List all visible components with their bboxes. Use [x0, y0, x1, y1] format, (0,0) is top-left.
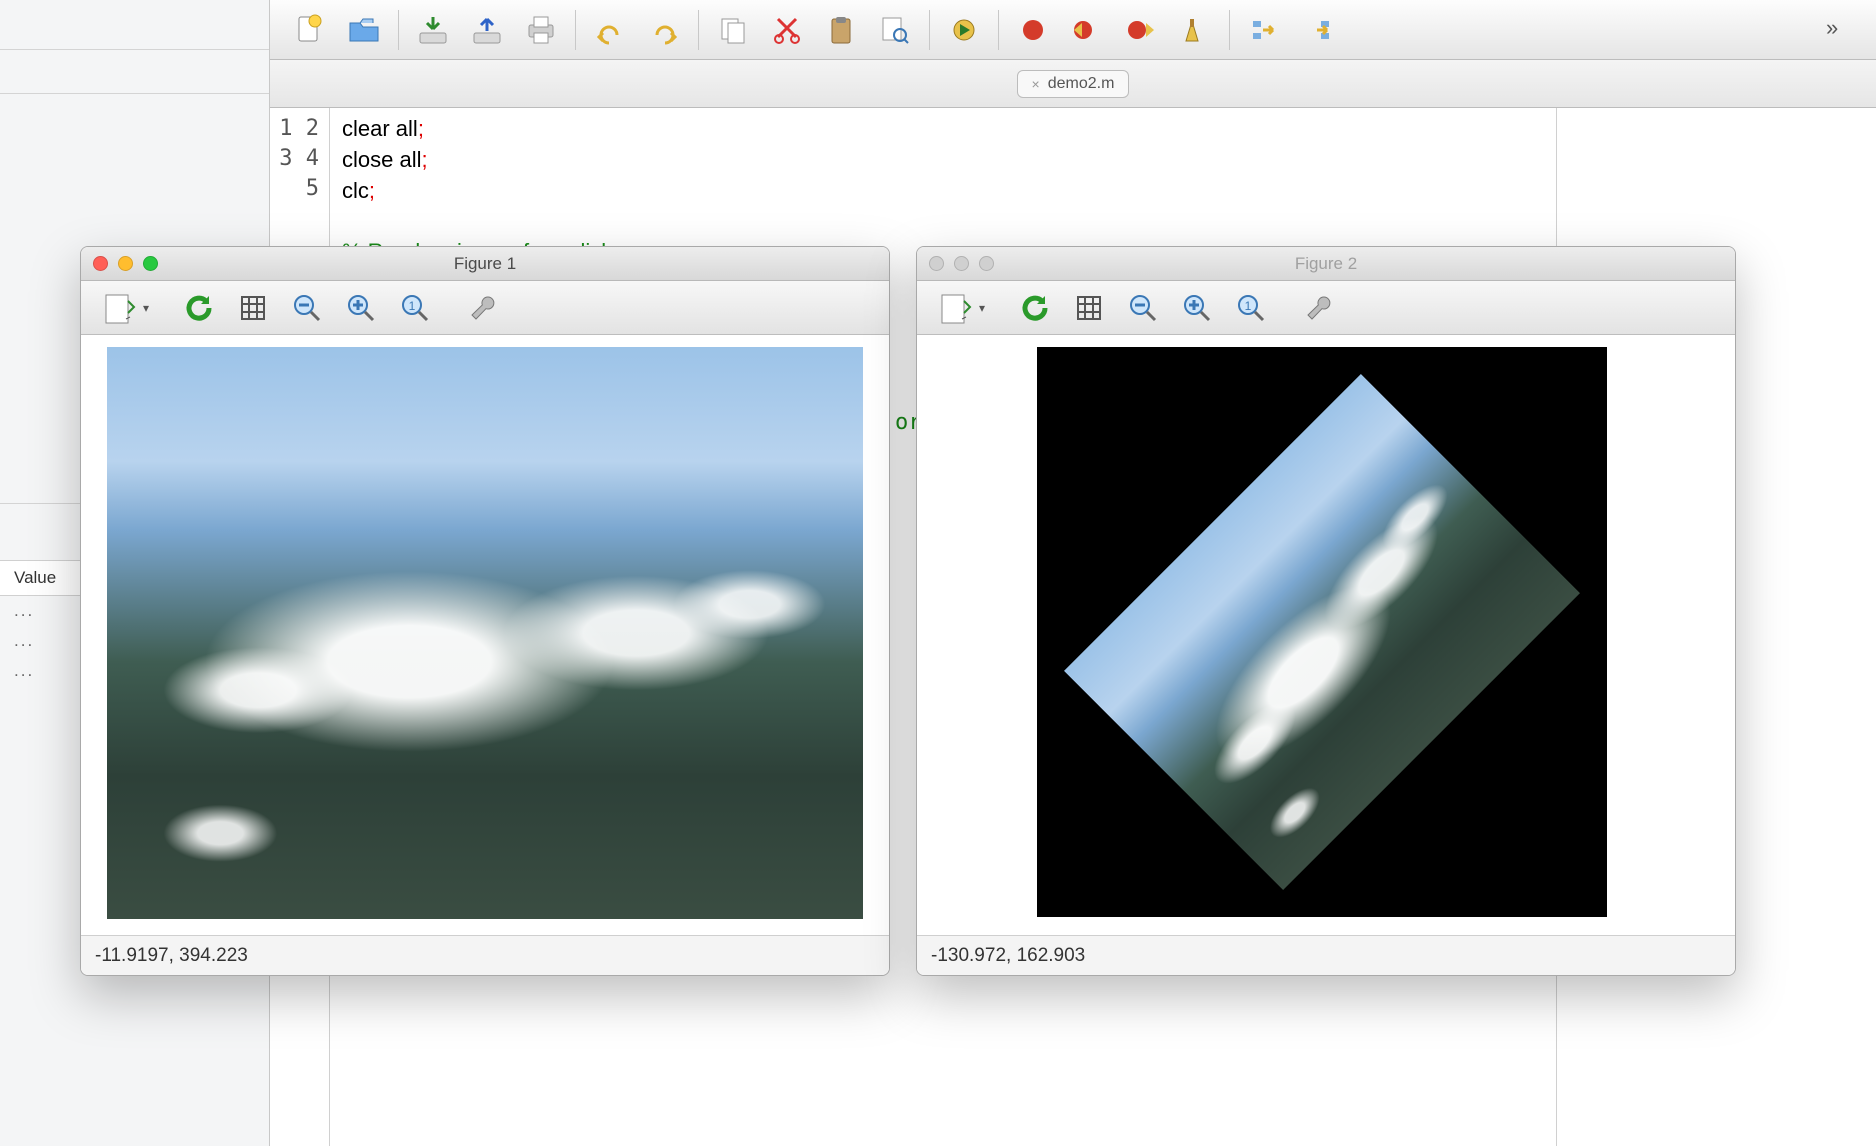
run-gear-icon[interactable]	[944, 10, 984, 50]
figure2-coordinates: -130.972, 162.903	[931, 945, 1085, 967]
refresh-icon[interactable]	[181, 290, 217, 326]
wrench-icon[interactable]	[465, 290, 501, 326]
zoom-dot-icon[interactable]	[143, 256, 158, 271]
toolbar-overflow-icon[interactable]: »	[1826, 15, 1856, 45]
zoom-in-icon[interactable]	[1179, 290, 1215, 326]
refresh-icon[interactable]	[1017, 290, 1053, 326]
svg-text:1: 1	[1245, 299, 1252, 313]
tab-filename: demo2.m	[1048, 75, 1115, 93]
tab-close-icon[interactable]: ×	[1032, 76, 1040, 92]
step-forward-icon[interactable]	[1121, 10, 1161, 50]
editor-tabbar: × demo2.m	[270, 60, 1876, 108]
zoom-reset-icon[interactable]: 1	[1233, 290, 1269, 326]
grid-icon[interactable]	[235, 290, 271, 326]
find-icon[interactable]	[875, 10, 915, 50]
zoom-out-icon[interactable]	[289, 290, 325, 326]
figure2-window[interactable]: Figure 2 ▾1 -130.972, 162.903	[916, 246, 1736, 976]
figure2-titlebar[interactable]: Figure 2	[917, 247, 1735, 281]
close-dot-icon[interactable]	[93, 256, 108, 271]
figure1-toolbar: ▾1	[81, 281, 889, 335]
svg-text:1: 1	[409, 299, 416, 313]
breakpoint-icon[interactable]	[1013, 10, 1053, 50]
save-icon[interactable]	[937, 290, 973, 326]
open-folder-icon[interactable]	[344, 10, 384, 50]
close-dot-icon[interactable]	[929, 256, 944, 271]
new-file-icon[interactable]	[290, 10, 330, 50]
figure1-coordinates: -11.9197, 394.223	[95, 945, 248, 967]
paste-icon[interactable]	[821, 10, 861, 50]
zoom-dot-icon[interactable]	[979, 256, 994, 271]
zoom-out-icon[interactable]	[1125, 290, 1161, 326]
undo-icon[interactable]	[590, 10, 630, 50]
minimize-dot-icon[interactable]	[954, 256, 969, 271]
print-icon[interactable]	[521, 10, 561, 50]
step-in-icon[interactable]	[1244, 10, 1284, 50]
zoom-reset-icon[interactable]: 1	[397, 290, 433, 326]
figure2-body[interactable]	[917, 335, 1735, 935]
editor-tab[interactable]: × demo2.m	[1017, 70, 1130, 98]
ide-toolbar: »	[270, 0, 1876, 60]
figure1-image	[107, 347, 863, 919]
figure2-image	[1037, 347, 1607, 917]
load-icon[interactable]	[413, 10, 453, 50]
figure1-statusbar: -11.9197, 394.223	[81, 935, 889, 975]
window-controls[interactable]	[929, 256, 994, 271]
step-out-icon[interactable]	[1298, 10, 1338, 50]
figure2-statusbar: -130.972, 162.903	[917, 935, 1735, 975]
cut-icon[interactable]	[767, 10, 807, 50]
save-icon[interactable]	[101, 290, 137, 326]
copy-icon[interactable]	[713, 10, 753, 50]
figure1-window[interactable]: Figure 1 ▾1 -11.9197, 394.223	[80, 246, 890, 976]
minimize-dot-icon[interactable]	[118, 256, 133, 271]
chevron-down-icon[interactable]: ▾	[143, 301, 149, 315]
figure1-title: Figure 1	[81, 254, 889, 274]
figure1-body[interactable]	[81, 335, 889, 935]
wrench-icon[interactable]	[1301, 290, 1337, 326]
grid-icon[interactable]	[1071, 290, 1107, 326]
zoom-in-icon[interactable]	[343, 290, 379, 326]
chevron-down-icon[interactable]: ▾	[979, 301, 985, 315]
window-controls[interactable]	[93, 256, 158, 271]
figure2-title: Figure 2	[917, 254, 1735, 274]
clear-breakpoints-icon[interactable]	[1175, 10, 1215, 50]
save-icon[interactable]	[467, 10, 507, 50]
figure2-toolbar: ▾1	[917, 281, 1735, 335]
step-back-icon[interactable]	[1067, 10, 1107, 50]
redo-icon[interactable]	[644, 10, 684, 50]
figure1-titlebar[interactable]: Figure 1	[81, 247, 889, 281]
